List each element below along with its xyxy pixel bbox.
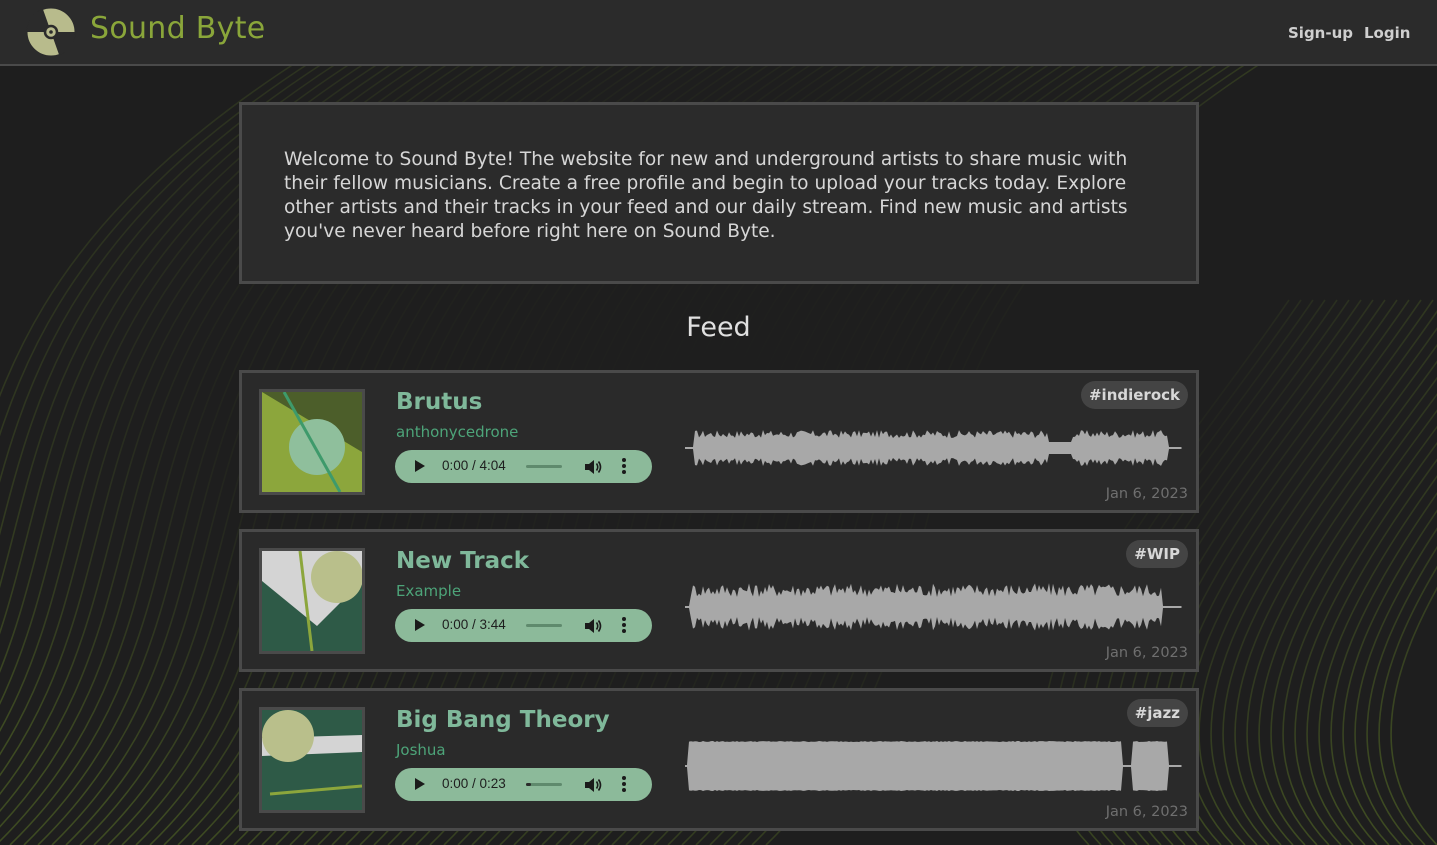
volume-icon[interactable] [584,618,602,634]
track-cover-art[interactable] [259,707,365,813]
track-title[interactable]: Big Bang Theory [396,707,610,733]
progress-slider[interactable] [526,783,562,786]
welcome-panel: Welcome to Sound Byte! The website for n… [239,102,1199,284]
track-artist[interactable]: Joshua [396,741,446,759]
waveform[interactable] [685,731,1182,801]
track-card: Big Bang Theory Joshua 0:00 / 0:23 #jazz… [239,688,1199,831]
player-time: 0:00 / 0:23 [442,776,506,791]
track-title[interactable]: Brutus [396,389,482,415]
more-vertical-icon[interactable] [621,458,627,476]
audio-player: 0:00 / 3:44 [395,609,652,642]
track-card: Brutus anthonycedrone 0:00 / 4:04 #indie… [239,370,1199,513]
player-time: 0:00 / 3:44 [442,617,506,632]
track-cover-art[interactable] [259,548,365,654]
navbar: Sound Byte Sign-up Login [0,0,1437,66]
volume-icon[interactable] [584,777,602,793]
waveform[interactable] [685,572,1182,642]
signup-link[interactable]: Sign-up [1288,24,1353,42]
feed-title: Feed [686,312,751,343]
progress-slider[interactable] [526,465,562,468]
audio-player: 0:00 / 0:23 [395,768,652,801]
login-link[interactable]: Login [1364,24,1410,42]
welcome-text: Welcome to Sound Byte! The website for n… [284,149,1128,242]
genre-tag[interactable]: #WIP [1126,540,1188,568]
player-time: 0:00 / 4:04 [442,458,506,473]
track-artist[interactable]: anthonycedrone [396,423,518,441]
genre-tag[interactable]: #jazz [1126,699,1188,727]
track-title[interactable]: New Track [396,548,529,574]
brand-title[interactable]: Sound Byte [90,11,266,46]
upload-date: Jan 6, 2023 [1105,645,1188,661]
disc-icon[interactable] [26,7,76,57]
upload-date: Jan 6, 2023 [1105,804,1188,820]
track-card: New Track Example 0:00 / 3:44 #WIP Jan 6… [239,529,1199,672]
audio-player: 0:00 / 4:04 [395,450,652,483]
more-vertical-icon[interactable] [621,776,627,794]
more-vertical-icon[interactable] [621,617,627,635]
genre-tag[interactable]: #indierock [1080,381,1188,409]
track-cover-art[interactable] [259,389,365,495]
play-icon[interactable] [415,460,425,472]
track-artist[interactable]: Example [396,582,461,600]
waveform[interactable] [685,413,1182,483]
upload-date: Jan 6, 2023 [1105,486,1188,502]
play-icon[interactable] [415,619,425,631]
play-icon[interactable] [415,778,425,790]
volume-icon[interactable] [584,459,602,475]
progress-slider[interactable] [526,624,562,627]
